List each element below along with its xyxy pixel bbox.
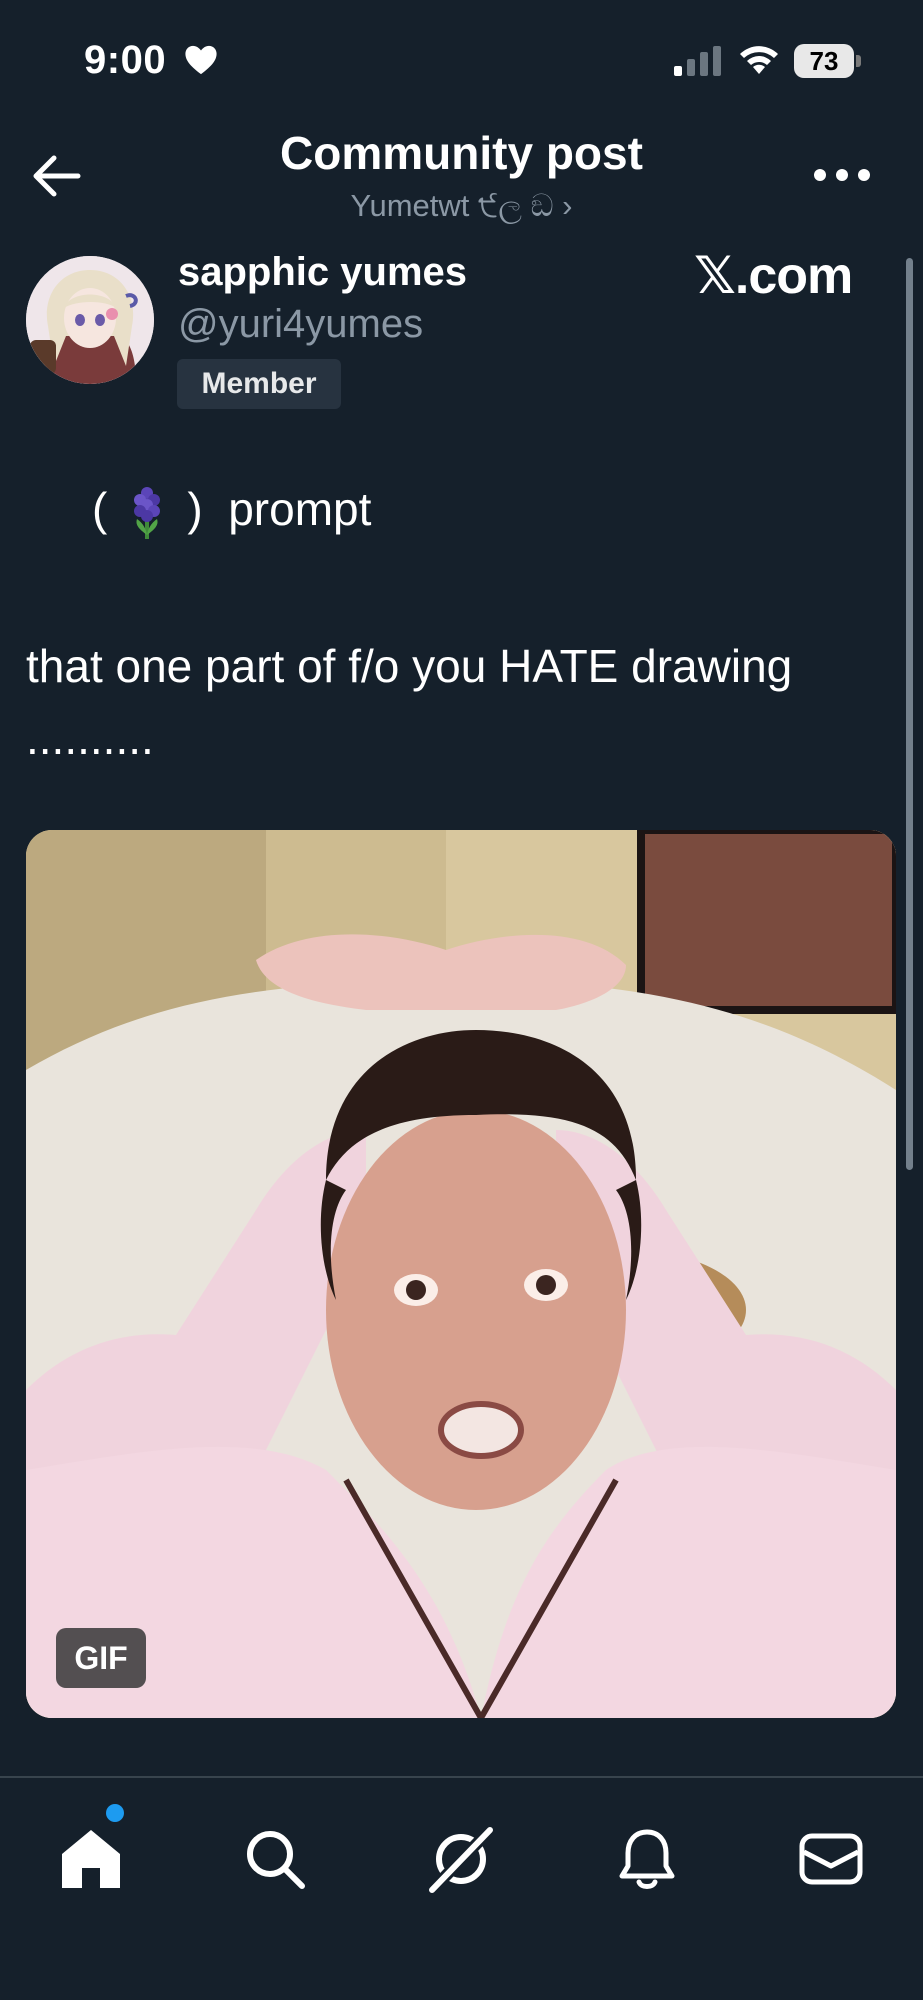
bottom-tab-bar — [0, 1778, 923, 2000]
tab-grok[interactable] — [426, 1824, 496, 1894]
status-bar: 9:00 73 — [0, 0, 923, 120]
grok-icon — [429, 1827, 493, 1893]
battery-level: 73 — [794, 44, 854, 78]
post-gif[interactable] — [26, 830, 896, 1718]
post-body-text: that one part of f/o you HATE drawing ..… — [26, 640, 793, 764]
x-com-watermark: 𝕏.com — [694, 247, 853, 305]
gif-frame-image — [26, 830, 896, 1718]
status-time: 9:00 — [84, 38, 167, 82]
prompt-label: ) prompt — [187, 483, 372, 535]
more-options-icon[interactable] — [812, 160, 872, 190]
community-name-link[interactable]: Yumetwt ੯ල ඞ › — [0, 188, 923, 225]
avatar[interactable] — [26, 256, 154, 384]
cellular-signal-icon — [674, 46, 721, 76]
tab-notifications[interactable] — [612, 1824, 682, 1894]
mail-icon — [799, 1833, 863, 1885]
tab-search[interactable] — [240, 1824, 310, 1894]
battery-tip — [856, 55, 861, 67]
search-icon — [247, 1831, 305, 1889]
battery-icon: 73 — [794, 44, 861, 78]
member-badge: Member — [177, 359, 341, 409]
scrollbar[interactable] — [906, 258, 913, 1170]
post-prompt-line: ( ) prompt — [92, 482, 371, 541]
avatar-illustration — [26, 256, 154, 384]
home-notification-dot — [106, 1804, 124, 1822]
author-handle[interactable]: @yuri4yumes — [178, 302, 423, 347]
hyacinth-emoji-icon — [134, 486, 161, 539]
gif-badge: GIF — [56, 1628, 146, 1688]
wifi-icon — [740, 46, 778, 74]
home-icon — [62, 1830, 120, 1888]
page-title: Community post — [280, 127, 643, 179]
bell-icon — [619, 1829, 675, 1889]
tab-home[interactable] — [56, 1824, 126, 1894]
tab-messages[interactable] — [796, 1824, 866, 1894]
prompt-open-paren: ( — [92, 483, 108, 535]
heart-icon — [185, 45, 217, 75]
author-display-name[interactable]: sapphic yumes — [178, 250, 467, 295]
